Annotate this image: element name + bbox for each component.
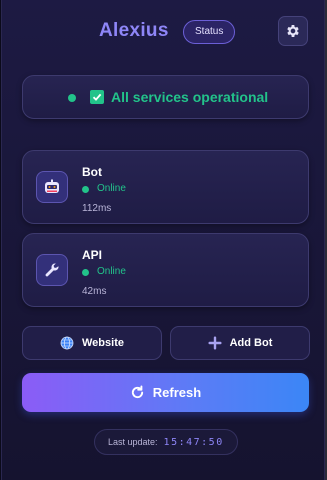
plus-icon	[208, 336, 222, 350]
status-badge[interactable]: Status	[183, 20, 236, 44]
online-dot	[82, 186, 89, 193]
globe-icon	[60, 336, 74, 350]
last-update-time: 15:47:50	[163, 436, 224, 448]
refresh-label: Refresh	[152, 385, 202, 400]
last-update: Last update: 15:47:50	[94, 429, 238, 455]
refresh-icon	[131, 385, 143, 399]
health-banner: All services operational	[22, 75, 309, 119]
brand-title: Alexius	[99, 20, 169, 41]
check-icon	[90, 90, 104, 104]
settings-button[interactable]	[278, 16, 308, 46]
app-panel: Alexius Status All services operational …	[1, 0, 325, 480]
bot-icon	[36, 171, 68, 203]
gear-icon	[287, 25, 299, 37]
website-label: Website	[82, 337, 124, 349]
last-update-label: Last update:	[108, 437, 158, 447]
service-card-api[interactable]: API Online 42ms	[22, 233, 309, 307]
service-card-bot[interactable]: Bot Online 112ms	[22, 150, 309, 224]
online-dot	[82, 269, 89, 276]
service-name: Bot	[82, 165, 102, 179]
refresh-button[interactable]: Refresh	[22, 373, 309, 412]
website-button[interactable]: Website	[22, 326, 162, 360]
service-name: API	[82, 248, 103, 262]
service-status: Online	[97, 183, 126, 194]
header: Alexius Status	[2, 16, 324, 48]
service-status: Online	[97, 266, 126, 277]
service-latency: 112ms	[82, 203, 112, 214]
health-text: All services operational	[111, 89, 269, 105]
service-latency: 42ms	[82, 286, 107, 297]
add-bot-label: Add Bot	[229, 337, 273, 349]
health-status-dot	[68, 94, 76, 102]
wrench-icon	[36, 254, 68, 286]
add-bot-button[interactable]: Add Bot	[170, 326, 310, 360]
